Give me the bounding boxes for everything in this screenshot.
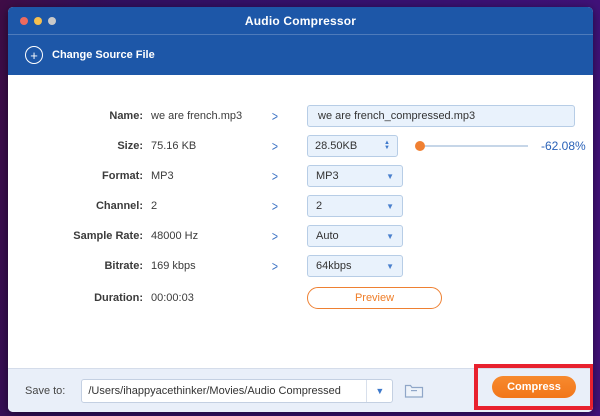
chevron-down-icon: ▼ (386, 261, 394, 271)
format-select[interactable]: MP3 ▼ (307, 165, 403, 187)
title-bar: Audio Compressor (8, 7, 593, 34)
window-title: Audio Compressor (244, 13, 357, 28)
plus-circle-icon: + (25, 46, 43, 64)
bitrate-select[interactable]: 64kbps ▼ (307, 255, 403, 277)
row-format: Format: MP3 > MP3 ▼ (8, 161, 593, 191)
folder-icon (405, 384, 424, 398)
sample-rate-label: Sample Rate: (73, 230, 143, 242)
highlight-annotation-rect: Compress (474, 364, 593, 410)
name-value: we are french.mp3 (151, 110, 243, 122)
chevron-down-icon: ▼ (386, 201, 394, 211)
format-label: Format: (102, 170, 143, 182)
chevron-right-icon: > (271, 108, 279, 124)
duration-label: Duration: (94, 292, 143, 304)
bitrate-selected-value: 64kbps (316, 260, 352, 272)
size-reduction-percent: -62.08% (541, 139, 586, 153)
chevron-down-icon: ▼ (386, 231, 394, 241)
row-size: Size: 75.16 KB > 28.50KB ▲ ▼ -62.08% (8, 131, 593, 161)
header-bar: + Change Source File (8, 34, 593, 75)
zoom-button[interactable] (48, 16, 56, 25)
compress-button[interactable]: Compress (492, 376, 576, 398)
sample-rate-value: 48000 Hz (151, 230, 199, 242)
chevron-right-icon: > (271, 228, 279, 244)
chevron-right-icon: > (271, 168, 279, 184)
change-source-file-button[interactable]: + Change Source File (25, 46, 155, 64)
stepper-down-icon[interactable]: ▼ (384, 145, 390, 151)
target-size-value: 28.50KB (315, 140, 358, 152)
row-sample-rate: Sample Rate: 48000 Hz > Auto ▼ (8, 221, 593, 251)
bitrate-label: Bitrate: (104, 260, 143, 272)
format-selected-value: MP3 (316, 170, 339, 182)
audio-compressor-window: Audio Compressor + Change Source File Na… (8, 7, 593, 412)
sample-rate-select[interactable]: Auto ▼ (307, 225, 403, 247)
browse-folder-button[interactable] (403, 381, 425, 401)
channel-label: Channel: (95, 200, 143, 212)
chevron-down-icon: ▼ (375, 385, 385, 396)
bitrate-value: 169 kbps (151, 260, 196, 272)
row-duration: Duration: 00:00:03 > Preview (8, 283, 593, 313)
target-size-stepper[interactable]: 28.50KB ▲ ▼ (307, 135, 398, 157)
traffic-lights (20, 7, 56, 34)
row-bitrate: Bitrate: 169 kbps > 64kbps ▼ (8, 251, 593, 281)
row-channel: Channel: 2 > 2 ▼ (8, 191, 593, 221)
duration-value: 00:00:03 (151, 292, 194, 304)
size-label: Size: (117, 140, 143, 152)
minimize-button[interactable] (34, 16, 42, 25)
preview-button[interactable]: Preview (307, 287, 442, 309)
channel-selected-value: 2 (316, 200, 323, 212)
close-button[interactable] (20, 16, 28, 25)
chevron-right-icon: > (271, 258, 279, 274)
main-content: Name: we are french.mp3 > we are french_… (8, 75, 593, 368)
stepper-arrows[interactable]: ▲ ▼ (384, 140, 390, 152)
save-path-combobox[interactable]: /Users/ihappyacethinker/Movies/Audio Com… (81, 378, 394, 403)
name-label: Name: (109, 110, 143, 122)
chevron-right-icon: > (271, 138, 279, 154)
change-source-file-label: Change Source File (52, 49, 155, 61)
slider-track[interactable] (425, 145, 528, 147)
output-name-input[interactable]: we are french_compressed.mp3 (307, 105, 575, 127)
row-name: Name: we are french.mp3 > we are french_… (8, 101, 593, 131)
size-value: 75.16 KB (151, 140, 197, 152)
chevron-right-icon: > (271, 198, 279, 214)
channel-value: 2 (151, 200, 158, 212)
save-to-label: Save to: (25, 384, 66, 397)
save-path-value[interactable]: /Users/ihappyacethinker/Movies/Audio Com… (82, 385, 366, 397)
sample-rate-selected-value: Auto (316, 230, 339, 242)
size-slider[interactable] (415, 141, 528, 151)
channel-select[interactable]: 2 ▼ (307, 195, 403, 217)
format-value: MP3 (151, 170, 174, 182)
chevron-down-icon: ▼ (386, 171, 394, 181)
slider-handle[interactable] (415, 141, 425, 151)
save-path-dropdown[interactable]: ▼ (366, 379, 392, 402)
